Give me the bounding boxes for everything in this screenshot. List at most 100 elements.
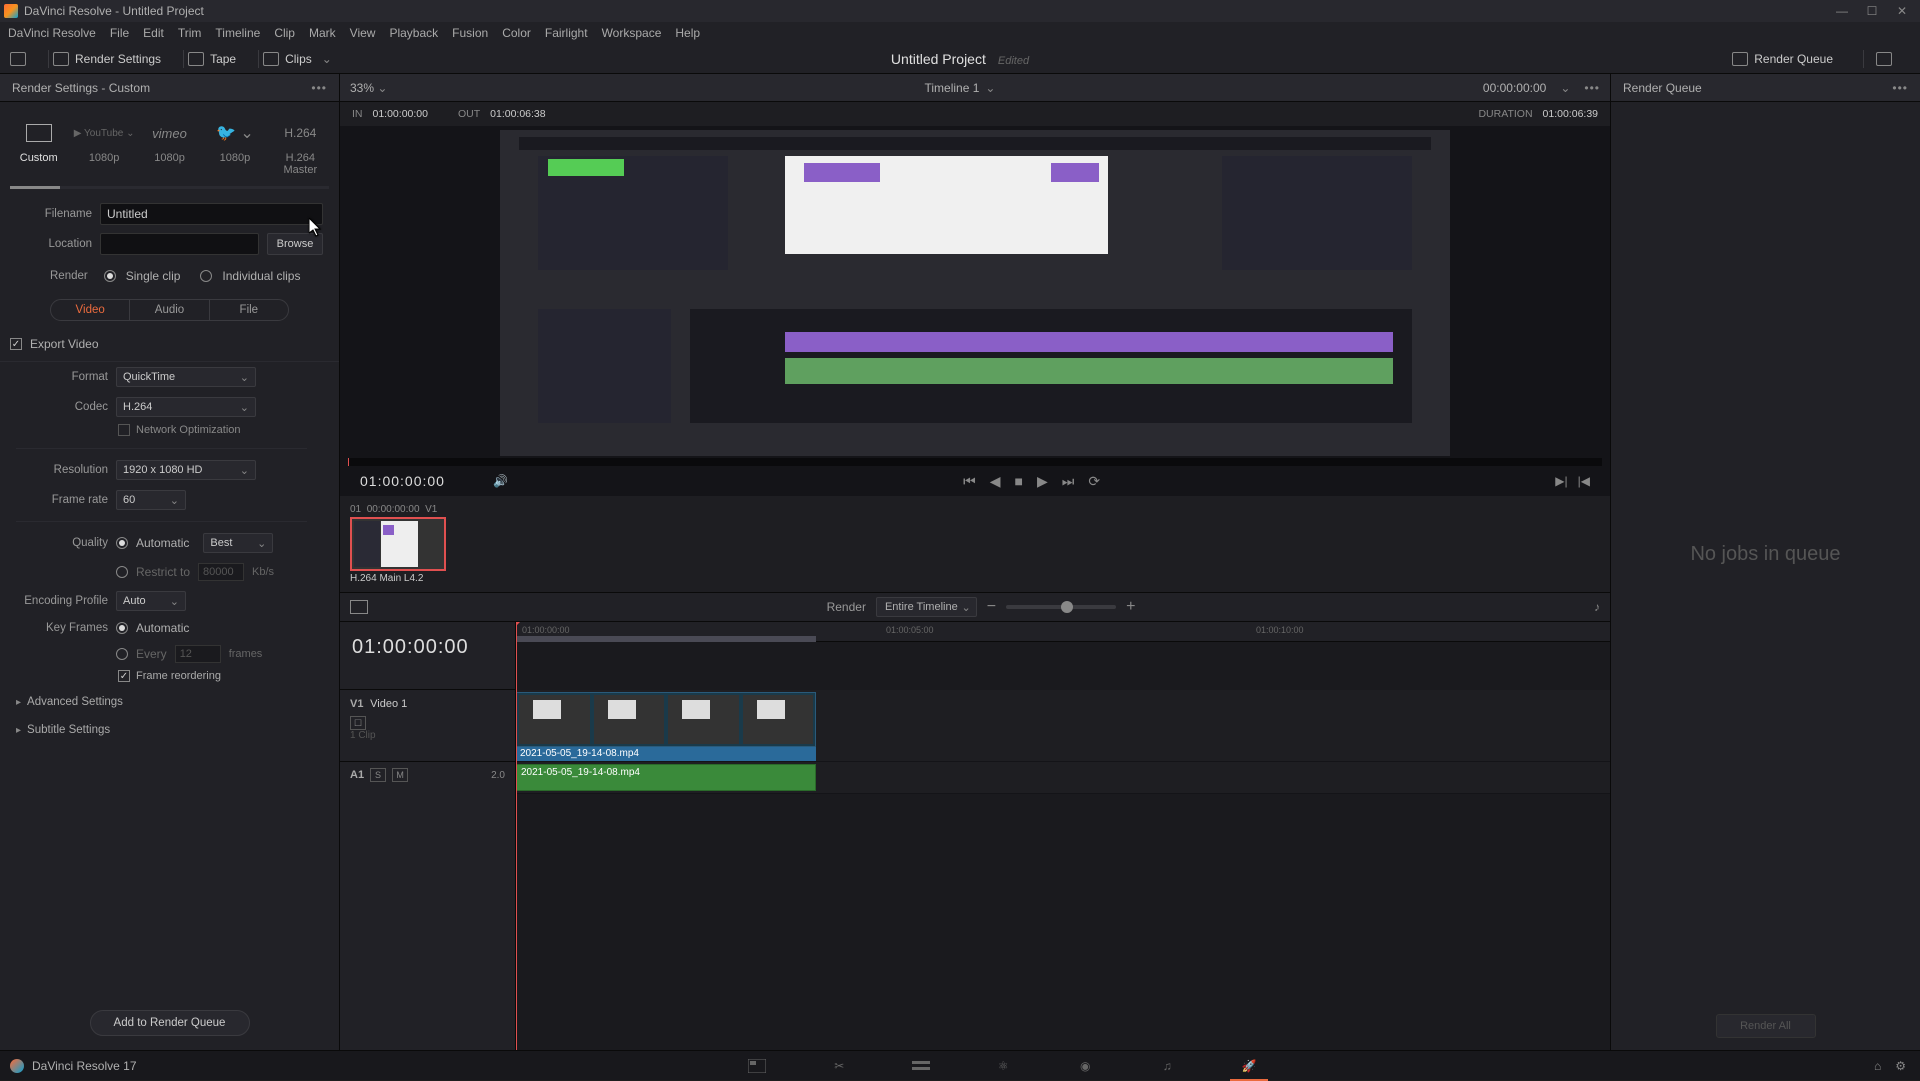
zoom-in[interactable]: + (1126, 598, 1135, 616)
menu-mark[interactable]: Mark (309, 26, 336, 40)
goto-last[interactable]: ⏭ (1062, 473, 1075, 490)
menu-workspace[interactable]: Workspace (602, 26, 662, 40)
menu-edit[interactable]: Edit (143, 26, 164, 40)
toolbar-render-settings[interactable]: Render Settings (53, 52, 161, 66)
track-a1-solo[interactable]: S (370, 768, 386, 782)
restrict-value[interactable]: 80000 (198, 563, 244, 581)
framerate-select[interactable]: 60 (116, 490, 186, 510)
out-tc[interactable]: 01:00:06:38 (490, 108, 545, 120)
viewer-options[interactable]: ••• (1584, 81, 1600, 95)
menu-help[interactable]: Help (675, 26, 700, 40)
track-header-a1[interactable]: A1 S M 2.0 (340, 761, 515, 819)
toolbar-tape[interactable]: Tape (188, 52, 236, 66)
menu-fusion[interactable]: Fusion (452, 26, 488, 40)
viewer-preview[interactable] (500, 130, 1450, 456)
timeline-ruler[interactable]: 01:00:00:00 01:00:05:00 01:00:10:00 (516, 622, 1610, 642)
preset-vimeo[interactable]: vimeo 1080p (137, 112, 202, 182)
tab-video[interactable]: Video (51, 300, 129, 320)
menu-trim[interactable]: Trim (178, 26, 202, 40)
preset-h264[interactable]: H.264 H.264 Master (268, 112, 333, 182)
resolution-select[interactable]: 1920 x 1080 HD (116, 460, 256, 480)
every-value[interactable]: 12 (175, 645, 221, 663)
page-cut[interactable]: ✂ (828, 1055, 850, 1077)
play-button[interactable]: ▶ (1037, 473, 1048, 490)
page-color[interactable]: ◉ (1074, 1055, 1096, 1077)
radio-kf-every[interactable] (116, 648, 128, 660)
transport-tc[interactable]: 01:00:00:00 (360, 473, 445, 489)
toolbar-clips[interactable]: Clips⌄ (263, 52, 332, 66)
clip-thumbnail[interactable] (350, 517, 446, 571)
timeline-dropdown-icon[interactable]: ⌄ (985, 81, 995, 95)
prev-clip[interactable]: |◀ (1578, 474, 1590, 488)
page-media[interactable] (746, 1055, 768, 1077)
track-header-v1[interactable]: V1 Video 1 ☐ 1 Clip (340, 689, 515, 761)
export-video-checkbox[interactable]: ✓ (10, 338, 22, 350)
loop-button[interactable]: ⟳ (1088, 473, 1100, 490)
menu-app[interactable]: DaVinci Resolve (8, 26, 96, 40)
menu-view[interactable]: View (350, 26, 376, 40)
format-select[interactable]: QuickTime (116, 367, 256, 387)
zoom-out[interactable]: − (987, 598, 996, 616)
encprof-select[interactable]: Auto (116, 591, 186, 611)
toolbar-render-queue[interactable]: Render Queue (1732, 52, 1833, 66)
volume-icon[interactable]: 🔊 (493, 474, 508, 488)
goto-first[interactable]: ⏮ (963, 473, 976, 490)
playhead[interactable] (516, 622, 517, 1050)
radio-restrict[interactable] (116, 566, 128, 578)
page-fusion[interactable]: ⚛ (992, 1055, 1014, 1077)
codec-select[interactable]: H.264 (116, 397, 256, 417)
viewer-tc[interactable]: 00:00:00:00 (1483, 81, 1546, 95)
track-a1-lane[interactable]: 2021-05-05_19-14-08.mp4 (516, 762, 1610, 794)
tab-file[interactable]: File (209, 300, 288, 320)
browse-button[interactable]: Browse (267, 233, 323, 255)
step-back[interactable]: ◀ (990, 473, 1001, 490)
stop-button[interactable]: ■ (1015, 473, 1023, 489)
preset-youtube[interactable]: ▶ YouTube ⌄ 1080p (71, 112, 136, 182)
panel-options[interactable]: ••• (311, 81, 327, 95)
track-v1-toggle[interactable]: ☐ (350, 716, 366, 730)
radio-individual-clips[interactable] (200, 270, 212, 282)
mini-timeline[interactable] (348, 458, 1602, 466)
timeline-name[interactable]: Timeline 1 (925, 81, 980, 95)
audio-meter-icon[interactable]: ♪ (1594, 600, 1600, 614)
menu-clip[interactable]: Clip (274, 26, 295, 40)
menu-playback[interactable]: Playback (389, 26, 438, 40)
window-maximize[interactable]: ☐ (1866, 5, 1878, 17)
render-scope-select[interactable]: Entire Timeline (876, 597, 977, 617)
render-queue-options[interactable]: ••• (1892, 81, 1908, 95)
netopt-checkbox[interactable] (118, 424, 130, 436)
toolbar-expand[interactable] (1876, 52, 1892, 66)
home-icon[interactable]: ⌂ (1874, 1059, 1881, 1073)
reorder-checkbox[interactable]: ✓ (118, 670, 130, 682)
in-tc[interactable]: 01:00:00:00 (373, 108, 428, 120)
add-to-render-queue-button[interactable]: Add to Render Queue (90, 1010, 250, 1036)
track-v1-lane[interactable]: 2021-05-05_19-14-08.mp4 (516, 690, 1610, 762)
page-deliver[interactable]: 🚀 (1238, 1055, 1260, 1077)
audio-clip[interactable]: 2021-05-05_19-14-08.mp4 (516, 764, 816, 791)
tab-audio[interactable]: Audio (129, 300, 208, 320)
page-fairlight[interactable]: ♫ (1156, 1055, 1178, 1077)
preset-twitter[interactable]: 🐦 ⌄ 1080p (202, 112, 267, 182)
radio-kf-auto[interactable] (116, 622, 128, 634)
window-minimize[interactable]: — (1836, 5, 1848, 17)
filename-input[interactable]: Untitled (100, 203, 323, 225)
location-input[interactable] (100, 233, 259, 255)
next-clip[interactable]: ▶| (1555, 474, 1567, 488)
preset-custom[interactable]: Custom (6, 112, 71, 182)
video-clip[interactable] (516, 692, 816, 747)
radio-quality-auto[interactable] (116, 537, 128, 549)
timeline-view-icon[interactable] (350, 600, 368, 614)
menu-fairlight[interactable]: Fairlight (545, 26, 588, 40)
radio-single-clip[interactable] (104, 270, 116, 282)
quality-best-select[interactable]: Best (203, 533, 273, 553)
advanced-settings[interactable]: ▸Advanced Settings (0, 688, 339, 716)
zoom-slider[interactable] (1006, 605, 1116, 609)
page-edit[interactable] (910, 1055, 932, 1077)
timeline-master-tc[interactable]: 01:00:00:00 (340, 622, 515, 689)
menu-color[interactable]: Color (502, 26, 531, 40)
subtitle-settings[interactable]: ▸Subtitle Settings (0, 716, 339, 744)
settings-icon[interactable]: ⚙ (1895, 1059, 1906, 1073)
menu-timeline[interactable]: Timeline (215, 26, 260, 40)
track-a1-mute[interactable]: M (392, 768, 408, 782)
window-close[interactable]: ✕ (1896, 5, 1908, 17)
